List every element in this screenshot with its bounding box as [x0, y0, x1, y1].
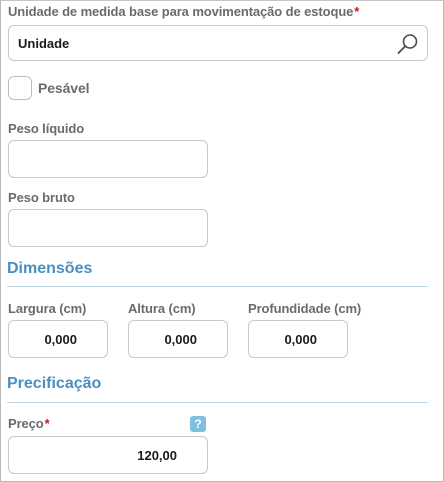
- net-weight-label: Peso líquido: [8, 121, 85, 136]
- unit-field-value: Unidade: [18, 36, 70, 51]
- depth-input[interactable]: 0,000: [248, 320, 348, 358]
- unit-field-label: Unidade de medida base para movimentação…: [8, 4, 359, 19]
- price-label-text: Preço: [8, 416, 44, 431]
- form-panel: Unidade de medida base para movimentação…: [0, 0, 444, 482]
- width-label: Largura (cm): [8, 301, 87, 316]
- net-weight-input[interactable]: [8, 140, 208, 178]
- weighable-label: Pesável: [38, 80, 90, 96]
- help-icon[interactable]: ?: [190, 416, 206, 432]
- weighable-checkbox[interactable]: [8, 76, 32, 100]
- gross-weight-input[interactable]: [8, 209, 208, 247]
- height-value: 0,000: [164, 332, 197, 347]
- depth-value: 0,000: [284, 332, 317, 347]
- pricing-section-title: Precificação: [7, 375, 102, 392]
- height-input[interactable]: 0,000: [128, 320, 228, 358]
- section-divider: [7, 402, 428, 403]
- search-icon[interactable]: [396, 32, 420, 56]
- section-divider: [7, 286, 428, 287]
- required-mark: *: [44, 416, 50, 431]
- width-input[interactable]: 0,000: [8, 320, 108, 358]
- depth-label: Profundidade (cm): [248, 301, 362, 316]
- required-mark: *: [354, 4, 360, 19]
- unit-field-label-text: Unidade de medida base para movimentação…: [8, 4, 354, 19]
- price-label: Preço*: [8, 416, 50, 431]
- dimensions-section-title: Dimensões: [7, 260, 93, 277]
- price-input[interactable]: 120,00: [8, 436, 208, 474]
- width-value: 0,000: [44, 332, 77, 347]
- price-value: 120,00: [137, 448, 177, 463]
- gross-weight-label: Peso bruto: [8, 190, 75, 205]
- unit-search-input[interactable]: Unidade: [8, 25, 428, 61]
- height-label: Altura (cm): [128, 301, 196, 316]
